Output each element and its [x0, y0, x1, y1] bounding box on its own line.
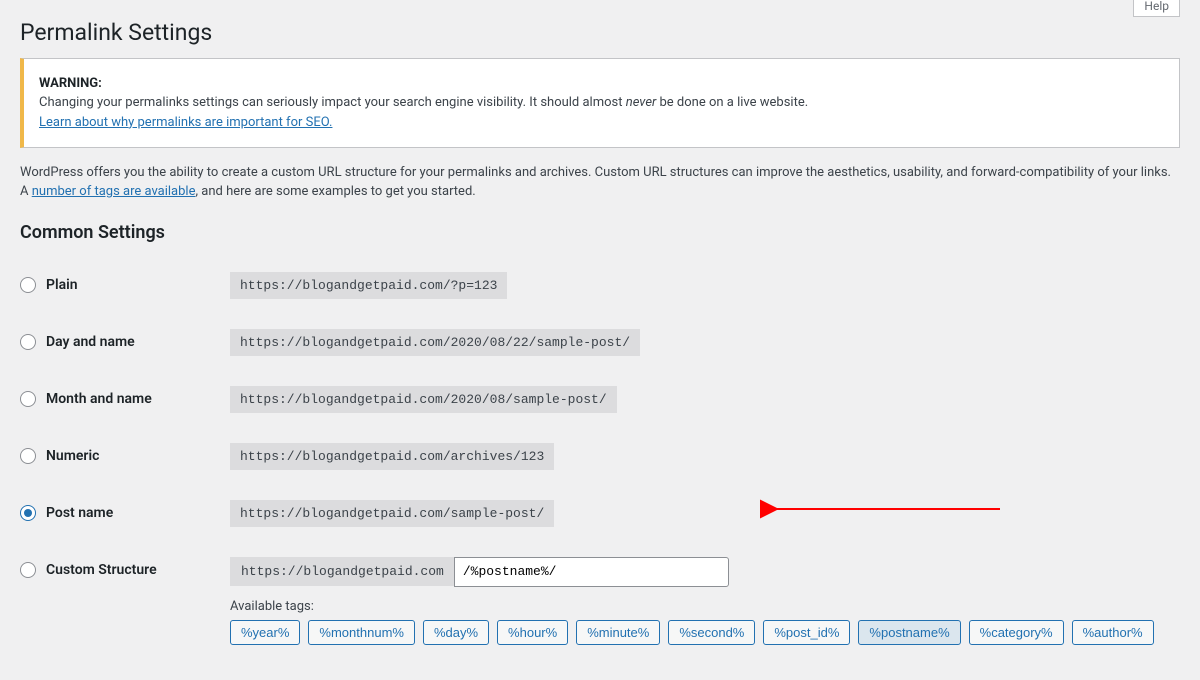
- common-settings-heading: Common Settings: [20, 222, 1180, 243]
- tag-category[interactable]: %category%: [969, 620, 1064, 645]
- url-day-name: https://blogandgetpaid.com/2020/08/22/sa…: [230, 329, 640, 356]
- option-post-name[interactable]: Post name: [20, 505, 210, 521]
- custom-prefix: https://blogandgetpaid.com: [230, 557, 454, 586]
- tag-author[interactable]: %author%: [1072, 620, 1154, 645]
- warning-text-1: Changing your permalinks settings can se…: [39, 95, 626, 110]
- radio-plain[interactable]: [20, 277, 36, 293]
- option-day-name[interactable]: Day and name: [20, 334, 210, 350]
- url-post-name: https://blogandgetpaid.com/sample-post/: [230, 500, 554, 527]
- radio-post-name[interactable]: [20, 505, 36, 521]
- radio-numeric[interactable]: [20, 448, 36, 464]
- url-month-name: https://blogandgetpaid.com/2020/08/sampl…: [230, 386, 617, 413]
- tag-minute[interactable]: %minute%: [576, 620, 660, 645]
- warning-link[interactable]: Learn about why permalinks are important…: [39, 115, 332, 130]
- option-numeric[interactable]: Numeric: [20, 448, 210, 464]
- radio-month-name[interactable]: [20, 391, 36, 407]
- radio-day-name[interactable]: [20, 334, 36, 350]
- custom-structure-input[interactable]: [454, 557, 729, 587]
- arrow-annotation: [760, 499, 1010, 519]
- tag-year[interactable]: %year%: [230, 620, 300, 645]
- page-title: Permalink Settings: [20, 10, 1180, 50]
- option-numeric-label: Numeric: [46, 448, 99, 464]
- help-tab[interactable]: Help: [1133, 0, 1180, 17]
- intro-text-2: , and here are some examples to get you …: [195, 184, 475, 199]
- tag-postname[interactable]: %postname%: [858, 620, 960, 645]
- intro-paragraph: WordPress offers you the ability to crea…: [20, 163, 1180, 202]
- warning-text-2: be done on a live website.: [656, 95, 808, 110]
- option-month-name-label: Month and name: [46, 391, 152, 407]
- tag-monthnum[interactable]: %monthnum%: [308, 620, 415, 645]
- warning-label: WARNING:: [39, 76, 102, 91]
- option-plain-label: Plain: [46, 277, 78, 293]
- option-custom[interactable]: Custom Structure: [20, 562, 210, 578]
- option-custom-label: Custom Structure: [46, 562, 157, 578]
- warning-emph: never: [626, 95, 657, 110]
- option-day-name-label: Day and name: [46, 334, 135, 350]
- option-month-name[interactable]: Month and name: [20, 391, 210, 407]
- tag-post-id[interactable]: %post_id%: [763, 620, 850, 645]
- warning-notice: WARNING: Changing your permalinks settin…: [20, 58, 1180, 148]
- tag-second[interactable]: %second%: [668, 620, 755, 645]
- intro-link[interactable]: number of tags are available: [32, 184, 196, 199]
- tag-hour[interactable]: %hour%: [497, 620, 568, 645]
- radio-custom[interactable]: [20, 562, 36, 578]
- option-plain[interactable]: Plain: [20, 277, 210, 293]
- url-plain: https://blogandgetpaid.com/?p=123: [230, 272, 507, 299]
- option-post-name-label: Post name: [46, 505, 113, 521]
- url-numeric: https://blogandgetpaid.com/archives/123: [230, 443, 554, 470]
- tag-day[interactable]: %day%: [423, 620, 489, 645]
